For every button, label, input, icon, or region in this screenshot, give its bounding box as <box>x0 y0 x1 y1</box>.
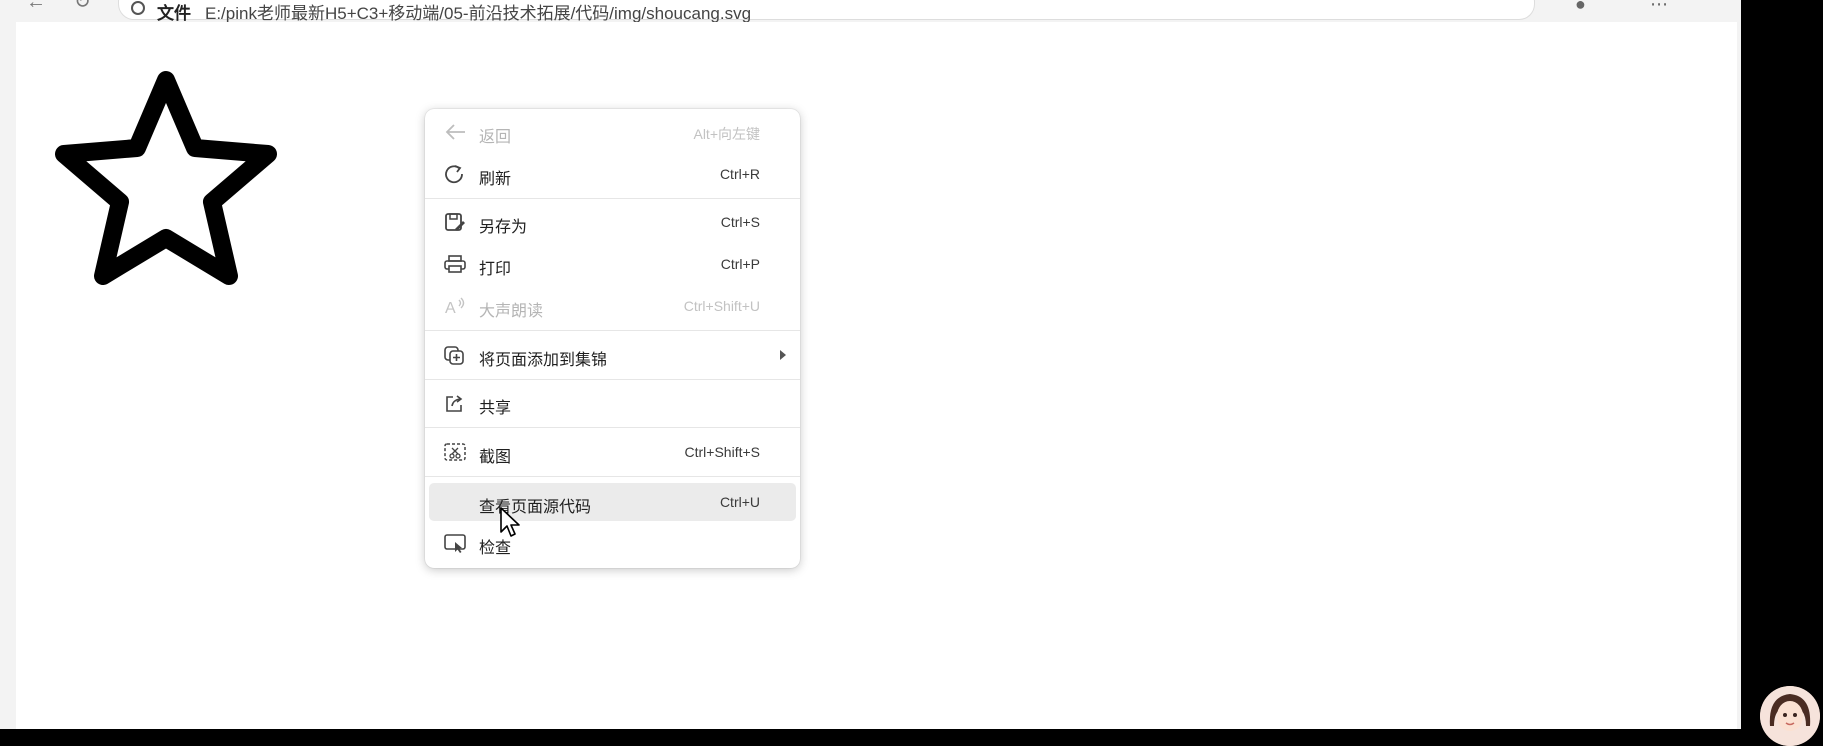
menu-separator <box>425 330 800 331</box>
menu-item-shortcut: Ctrl+S <box>720 214 760 230</box>
page-content <box>16 22 1737 729</box>
read-aloud-icon: A <box>445 297 465 316</box>
save-as-icon <box>445 213 465 231</box>
menu-separator <box>425 476 800 477</box>
context-menu: 返回 Alt+向左键 刷新 Ctrl+R 另存为 Ctrl+S 打印 Ctrl+… <box>425 109 800 568</box>
menu-item-shortcut: Ctrl+Shift+U <box>683 298 760 314</box>
info-icon[interactable] <box>131 1 145 15</box>
menu-item-inspect[interactable]: 检查 <box>429 524 796 562</box>
menu-item-print[interactable]: 打印 Ctrl+P <box>429 245 796 283</box>
menu-item-label: 查看页面源代码 <box>479 499 592 516</box>
menu-item-shortcut: Ctrl+P <box>720 256 760 272</box>
refresh-icon <box>445 165 463 184</box>
browser-window: ← ↻ 文件 E:/pink老师最新H5+C3+移动端/05-前沿技术拓展/代码… <box>0 0 1741 729</box>
menu-item-shortcut: Alt+向左键 <box>693 126 760 142</box>
address-bar[interactable]: 文件 E:/pink老师最新H5+C3+移动端/05-前沿技术拓展/代码/img… <box>118 0 1535 23</box>
menu-item-shortcut: Ctrl+U <box>719 494 760 510</box>
menu-item-label: 另存为 <box>479 219 528 236</box>
profile-icon[interactable]: ● <box>1575 0 1586 15</box>
reload-button[interactable]: ↻ <box>74 0 94 12</box>
inspect-icon <box>444 534 466 553</box>
back-arrow-icon <box>445 124 465 140</box>
menu-item-label: 大声朗读 <box>479 303 544 320</box>
menu-item-share[interactable]: 共享 <box>429 384 796 422</box>
menu-item-shortcut: Ctrl+Shift+S <box>684 444 760 460</box>
address-scheme-label: 文件 <box>157 4 191 23</box>
screenshot-icon <box>444 443 466 461</box>
menu-item-read-aloud[interactable]: A 大声朗读 Ctrl+Shift+U <box>429 287 796 325</box>
svg-text:A: A <box>445 300 456 316</box>
menu-separator <box>425 379 800 380</box>
menu-item-save-as[interactable]: 另存为 Ctrl+S <box>429 203 796 241</box>
menu-item-shortcut: Ctrl+R <box>719 166 760 182</box>
collections-icon <box>444 346 464 365</box>
menu-item-label: 共享 <box>479 400 512 417</box>
menu-separator <box>425 427 800 428</box>
menu-item-add-to-collections[interactable]: 将页面添加到集锦 <box>429 336 796 374</box>
menu-item-view-source[interactable]: 查看页面源代码 Ctrl+U <box>429 483 796 521</box>
back-button[interactable]: ← <box>26 0 46 12</box>
favorite-star-icon[interactable]: ☆ <box>1417 0 1433 2</box>
menu-item-screenshot[interactable]: 截图 Ctrl+Shift+S <box>429 433 796 471</box>
more-menu-icon[interactable]: ⋯ <box>1650 0 1668 15</box>
share-icon <box>446 395 463 412</box>
menu-item-refresh[interactable]: 刷新 Ctrl+R <box>429 155 796 193</box>
avatar[interactable] <box>1760 686 1820 746</box>
star-icon <box>55 71 277 285</box>
menu-item-label: 将页面添加到集锦 <box>479 352 608 369</box>
browser-toolbar: ← ↻ 文件 E:/pink老师最新H5+C3+移动端/05-前沿技术拓展/代码… <box>0 0 1741 23</box>
menu-item-label: 打印 <box>479 261 512 278</box>
avatar-face-icon <box>1760 686 1820 746</box>
menu-item-label: 刷新 <box>479 171 512 188</box>
mouse-cursor-icon <box>500 507 520 537</box>
menu-separator <box>425 198 800 199</box>
menu-item-label: 截图 <box>479 449 512 466</box>
address-url[interactable]: E:/pink老师最新H5+C3+移动端/05-前沿技术拓展/代码/img/sh… <box>205 0 751 24</box>
submenu-arrow-icon <box>780 350 786 360</box>
menu-item-label: 返回 <box>479 129 512 146</box>
print-icon <box>444 255 466 273</box>
menu-item-back[interactable]: 返回 Alt+向左键 <box>429 113 796 151</box>
